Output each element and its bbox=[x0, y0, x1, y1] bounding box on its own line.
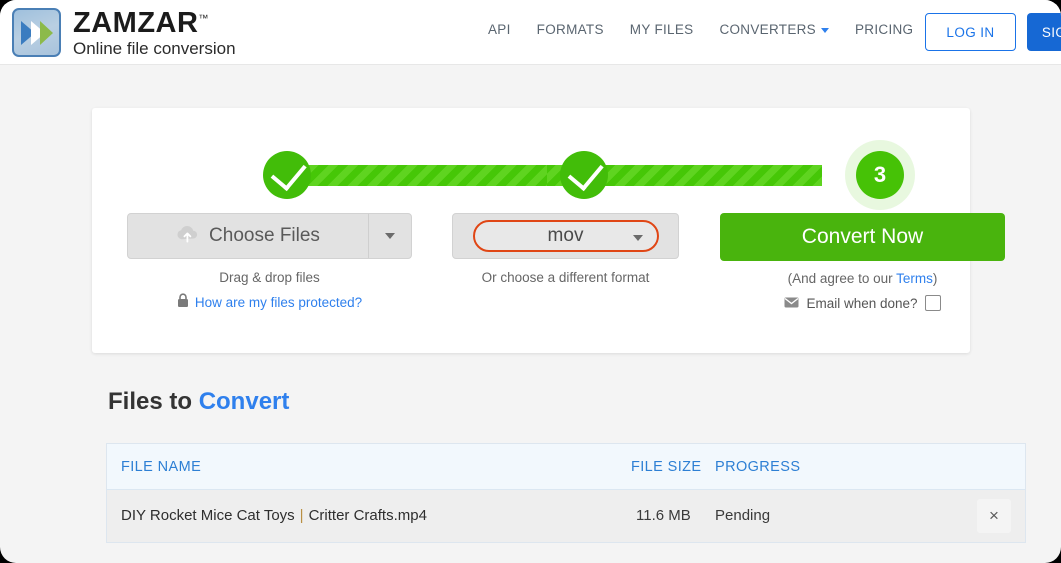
cell-file-name: DIY Rocket Mice Cat Toys | Critter Crafts.… bbox=[121, 507, 427, 524]
convert-now-button[interactable]: Convert Now bbox=[720, 213, 1005, 261]
signup-button[interactable]: SIGN UP bbox=[1027, 13, 1061, 51]
nav-item-converters[interactable]: CONVERTERS bbox=[719, 22, 829, 37]
files-table: FILE NAME FILE SIZE PROGRESS DIY Rocket … bbox=[106, 443, 1026, 543]
files-protected-link[interactable]: How are my files protected? bbox=[195, 295, 362, 310]
email-when-done-checkbox[interactable] bbox=[924, 295, 941, 311]
lock-icon bbox=[177, 293, 189, 311]
terms-note: (And agree to our Terms) bbox=[720, 271, 1005, 286]
main-navigation: API FORMATS MY FILES CONVERTERS PRICING … bbox=[488, 22, 976, 37]
cloud-upload-icon bbox=[176, 224, 200, 249]
format-selected-value: mov bbox=[547, 225, 584, 246]
file-name-part-2: Critter Crafts.mp4 bbox=[308, 507, 427, 524]
column-header-progress: PROGRESS bbox=[715, 459, 801, 475]
drag-drop-note: Drag & drop files bbox=[219, 270, 320, 285]
browser-page: ZAMZAR™ Online file conversion API FORMA… bbox=[0, 0, 1061, 563]
stepper-step-3-active[interactable]: 3 bbox=[856, 151, 904, 199]
cell-file-size: 11.6 MB bbox=[636, 507, 691, 524]
email-when-done-row: Email when done? bbox=[720, 295, 1005, 311]
site-header: ZAMZAR™ Online file conversion API FORMA… bbox=[0, 0, 1061, 65]
nav-item-my-files[interactable]: MY FILES bbox=[630, 22, 694, 37]
nav-item-pricing[interactable]: PRICING bbox=[855, 22, 913, 37]
choose-files-dropdown-toggle[interactable] bbox=[368, 214, 411, 258]
login-button[interactable]: LOG IN bbox=[925, 13, 1016, 51]
format-column: mov Or choose a different format bbox=[452, 213, 682, 285]
logo-trademark: ™ bbox=[198, 12, 209, 24]
choose-files-button[interactable]: Choose Files bbox=[127, 213, 412, 259]
choose-files-column: Choose Files Drag & drop files How are m bbox=[127, 213, 417, 311]
stepper-bar-1 bbox=[285, 165, 555, 186]
files-heading-prefix: Files to bbox=[108, 388, 199, 415]
logo-subtitle: Online file conversion bbox=[73, 38, 236, 58]
column-header-file-size: FILE SIZE bbox=[631, 459, 702, 475]
chevron-down-icon bbox=[820, 27, 829, 33]
terms-prefix: (And agree to our bbox=[787, 271, 897, 286]
email-when-done-label: Email when done? bbox=[806, 295, 918, 311]
files-heading-accent: Convert bbox=[198, 388, 290, 415]
chevron-down-icon bbox=[632, 235, 643, 241]
stepper-step-1-complete[interactable] bbox=[263, 151, 311, 199]
stepper-step-2-complete[interactable] bbox=[560, 151, 608, 199]
chevron-down-icon bbox=[385, 233, 395, 239]
convert-column: Convert Now (And agree to our Terms) Ema… bbox=[720, 213, 1010, 311]
files-to-convert-heading: Files to Convert bbox=[108, 388, 289, 416]
zamzar-chevrons-logo-icon bbox=[12, 8, 61, 57]
column-header-file-name: FILE NAME bbox=[121, 459, 202, 475]
logo-wordmark: ZAMZAR™ Online file conversion bbox=[73, 6, 236, 58]
conversion-card: 3 Choose Files Drag & drop files How are… bbox=[92, 108, 1005, 353]
check-icon bbox=[270, 153, 307, 191]
choose-files-label: Choose Files bbox=[209, 225, 320, 246]
progress-stepper: 3 bbox=[247, 146, 904, 206]
format-select[interactable]: mov bbox=[472, 220, 659, 252]
file-name-part-1: DIY Rocket Mice Cat Toys bbox=[121, 507, 295, 524]
format-note: Or choose a different format bbox=[481, 270, 650, 285]
nav-item-api[interactable]: API bbox=[488, 22, 511, 37]
files-table-header: FILE NAME FILE SIZE PROGRESS bbox=[107, 444, 1025, 490]
table-row: DIY Rocket Mice Cat Toys | Critter Crafts.… bbox=[107, 490, 1025, 542]
files-protected-row: How are my files protected? bbox=[127, 293, 412, 311]
file-name-divider: | bbox=[299, 507, 304, 524]
remove-file-button[interactable]: × bbox=[977, 499, 1011, 533]
terms-suffix: ) bbox=[932, 271, 938, 286]
check-icon bbox=[567, 153, 604, 191]
cell-progress-status: Pending bbox=[715, 507, 771, 524]
envelope-icon bbox=[784, 296, 799, 311]
nav-item-formats[interactable]: FORMATS bbox=[537, 22, 604, 37]
logo-title-text: ZAMZAR bbox=[73, 6, 199, 39]
site-logo[interactable]: ZAMZAR™ Online file conversion bbox=[12, 8, 236, 57]
nav-item-converters-label: CONVERTERS bbox=[719, 22, 816, 37]
choose-files-main[interactable]: Choose Files bbox=[128, 224, 368, 249]
terms-link[interactable]: Terms bbox=[896, 271, 933, 286]
format-selector-wrapper: mov bbox=[452, 213, 679, 259]
